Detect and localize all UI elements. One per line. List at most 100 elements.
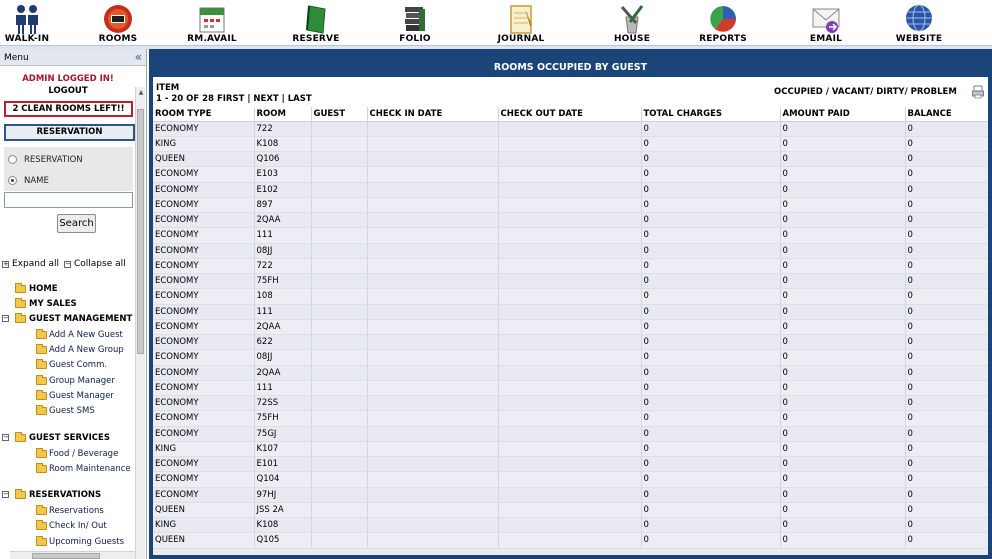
minus-icon: − <box>2 314 9 322</box>
toolbar-reports-button[interactable]: REPORTS <box>683 0 763 46</box>
menu-collapse-icon[interactable]: « <box>135 50 142 64</box>
tree-item-upcoming-guests[interactable]: Upcoming Guests <box>0 536 130 548</box>
globe-icon <box>906 4 932 32</box>
tree-label-add-guest: Add A New Guest <box>49 330 123 340</box>
tree-item-home[interactable]: HOME <box>0 283 130 295</box>
folder-icon <box>15 298 26 308</box>
tree-item-my-sales[interactable]: MY SALES <box>0 298 130 310</box>
main-panel: ROOMS OCCUPIED BY GUEST ITEM 1 - 20 OF 2… <box>149 49 992 559</box>
toolbar-website-button[interactable]: WEBSITE <box>879 0 959 46</box>
tree-label-room-maintenance: Room Maintenance <box>49 464 131 474</box>
folder-icon <box>36 405 47 415</box>
toolbar-journal-label: JOURNAL <box>497 34 545 44</box>
sidebar: Menu « ADMIN LOGGED IN! LOGOUT 2 CLEAN R… <box>0 49 147 559</box>
toolbar-email-label: EMAIL <box>809 34 843 44</box>
collapse-all-control[interactable]: − Collapse all <box>62 259 132 271</box>
tree-item-guest-comm[interactable]: Guest Comm. <box>0 359 130 371</box>
notepad-icon <box>510 5 532 34</box>
folder-icon <box>36 359 47 369</box>
tree-label-group-manager: Group Manager <box>49 376 115 386</box>
tree-label-check-in-out: Check In/ Out <box>49 521 107 531</box>
tree-label-home: HOME <box>29 284 58 294</box>
toolbar-website-label: WEBSITE <box>895 34 943 44</box>
minus-icon: − <box>2 490 9 498</box>
tree-item-group-manager[interactable]: Group Manager <box>0 375 130 387</box>
minus-icon: − <box>64 260 71 268</box>
radio-name-label: NAME <box>24 176 49 186</box>
toolbar-reports-label: REPORTS <box>699 34 747 44</box>
top-toolbar: WALK-IN ROOMS RM.AVAIL RESERVE FOLIO JOU… <box>0 0 992 46</box>
rooms-icon <box>104 5 132 33</box>
pie-chart-icon <box>710 6 736 32</box>
toolbar-folio-label: FOLIO <box>399 34 431 44</box>
radio-reservation[interactable]: RESERVATION <box>8 153 133 167</box>
menu-header: Menu « <box>0 49 146 66</box>
logout-link[interactable]: LOGOUT <box>0 86 136 96</box>
tree-item-check-in-out[interactable]: Check In/ Out <box>0 520 130 532</box>
folder-icon <box>36 344 47 354</box>
stacked-folio-icon <box>405 7 425 31</box>
search-input[interactable] <box>4 192 133 208</box>
toolbar-journal-button[interactable]: JOURNAL <box>481 0 561 46</box>
folder-icon <box>15 489 26 499</box>
toolbar-folio-button[interactable]: FOLIO <box>375 0 455 46</box>
calendar-icon <box>199 7 225 33</box>
sidebar-scroll-thumb[interactable] <box>137 109 144 354</box>
book-icon <box>306 5 326 34</box>
tree-item-reservations-sub[interactable]: Reservations <box>0 505 130 517</box>
folder-icon <box>36 463 47 473</box>
minus-icon: − <box>2 433 9 441</box>
menu-title: Menu <box>4 53 29 63</box>
tree-item-reservations[interactable]: − RESERVATIONS <box>0 489 134 501</box>
housekeeping-tools-icon <box>620 5 644 34</box>
sidebar-vertical-scrollbar[interactable]: ▲ <box>135 87 145 559</box>
toolbar-walk-in-label: WALK-IN <box>4 34 50 44</box>
tree-item-guest-manager[interactable]: Guest Manager <box>0 390 130 402</box>
tree-item-add-guest[interactable]: Add A New Guest <box>0 329 130 341</box>
toolbar-walk-in-button[interactable]: WALK-IN <box>0 0 67 46</box>
tree-label-my-sales: MY SALES <box>29 299 77 309</box>
folder-icon <box>15 283 26 293</box>
toolbar-reserve-label: RESERVE <box>292 34 340 44</box>
tree-label-guest-management: GUEST MANAGEMENT <box>29 314 133 324</box>
toolbar-house-button[interactable]: HOUSE <box>592 0 672 46</box>
tree-label-food-beverage: Food / Beverage <box>49 449 119 459</box>
folder-icon <box>36 329 47 339</box>
plus-icon: + <box>2 260 9 268</box>
toolbar-rooms-button[interactable]: ROOMS <box>78 0 158 46</box>
tree-label-upcoming-guests: Upcoming Guests <box>49 537 125 547</box>
tree-item-food-beverage[interactable]: Food / Beverage <box>0 448 130 460</box>
folder-icon <box>36 520 47 530</box>
toolbar-rm-avail-button[interactable]: RM.AVAIL <box>172 0 252 46</box>
toolbar-house-label: HOUSE <box>613 34 651 44</box>
toolbar-email-button[interactable]: EMAIL <box>786 0 866 46</box>
expand-all-label: Expand all <box>12 259 60 269</box>
search-button[interactable]: Search <box>57 214 96 233</box>
radio-name[interactable]: NAME <box>8 174 133 188</box>
toolbar-rooms-label: ROOMS <box>98 34 138 44</box>
sidebar-hscroll-thumb[interactable] <box>32 553 100 559</box>
envelope-icon <box>812 8 840 33</box>
main-panel-frame <box>149 49 992 559</box>
tree-item-add-group[interactable]: Add A New Group <box>0 344 130 356</box>
scroll-up-arrow-icon[interactable]: ▲ <box>137 89 145 97</box>
radio-reservation-circle[interactable] <box>8 155 17 164</box>
folder-icon <box>36 536 47 546</box>
radio-name-circle[interactable] <box>8 176 17 185</box>
sidebar-horizontal-scrollbar[interactable] <box>10 551 135 559</box>
tree-item-guest-management[interactable]: − GUEST MANAGEMENT <box>0 313 134 325</box>
reservation-button[interactable]: RESERVATION <box>4 124 135 141</box>
toolbar-reserve-button[interactable]: RESERVE <box>276 0 356 46</box>
tree-label-guest-services: GUEST SERVICES <box>29 433 110 443</box>
tree-label-guest-sms: Guest SMS <box>49 406 95 416</box>
tree-label-guest-comm: Guest Comm. <box>49 360 108 370</box>
radio-reservation-label: RESERVATION <box>24 155 83 165</box>
tree-item-guest-sms[interactable]: Guest SMS <box>0 405 130 417</box>
folder-icon <box>36 390 47 400</box>
tree-item-room-maintenance[interactable]: Room Maintenance <box>0 463 131 475</box>
tree-label-reservations: RESERVATIONS <box>29 490 102 500</box>
collapse-all-label: Collapse all <box>74 259 126 269</box>
tree-item-guest-services[interactable]: − GUEST SERVICES <box>0 432 134 444</box>
expand-all-control[interactable]: + Expand all <box>0 259 60 271</box>
tree-label-guest-manager: Guest Manager <box>49 391 114 401</box>
